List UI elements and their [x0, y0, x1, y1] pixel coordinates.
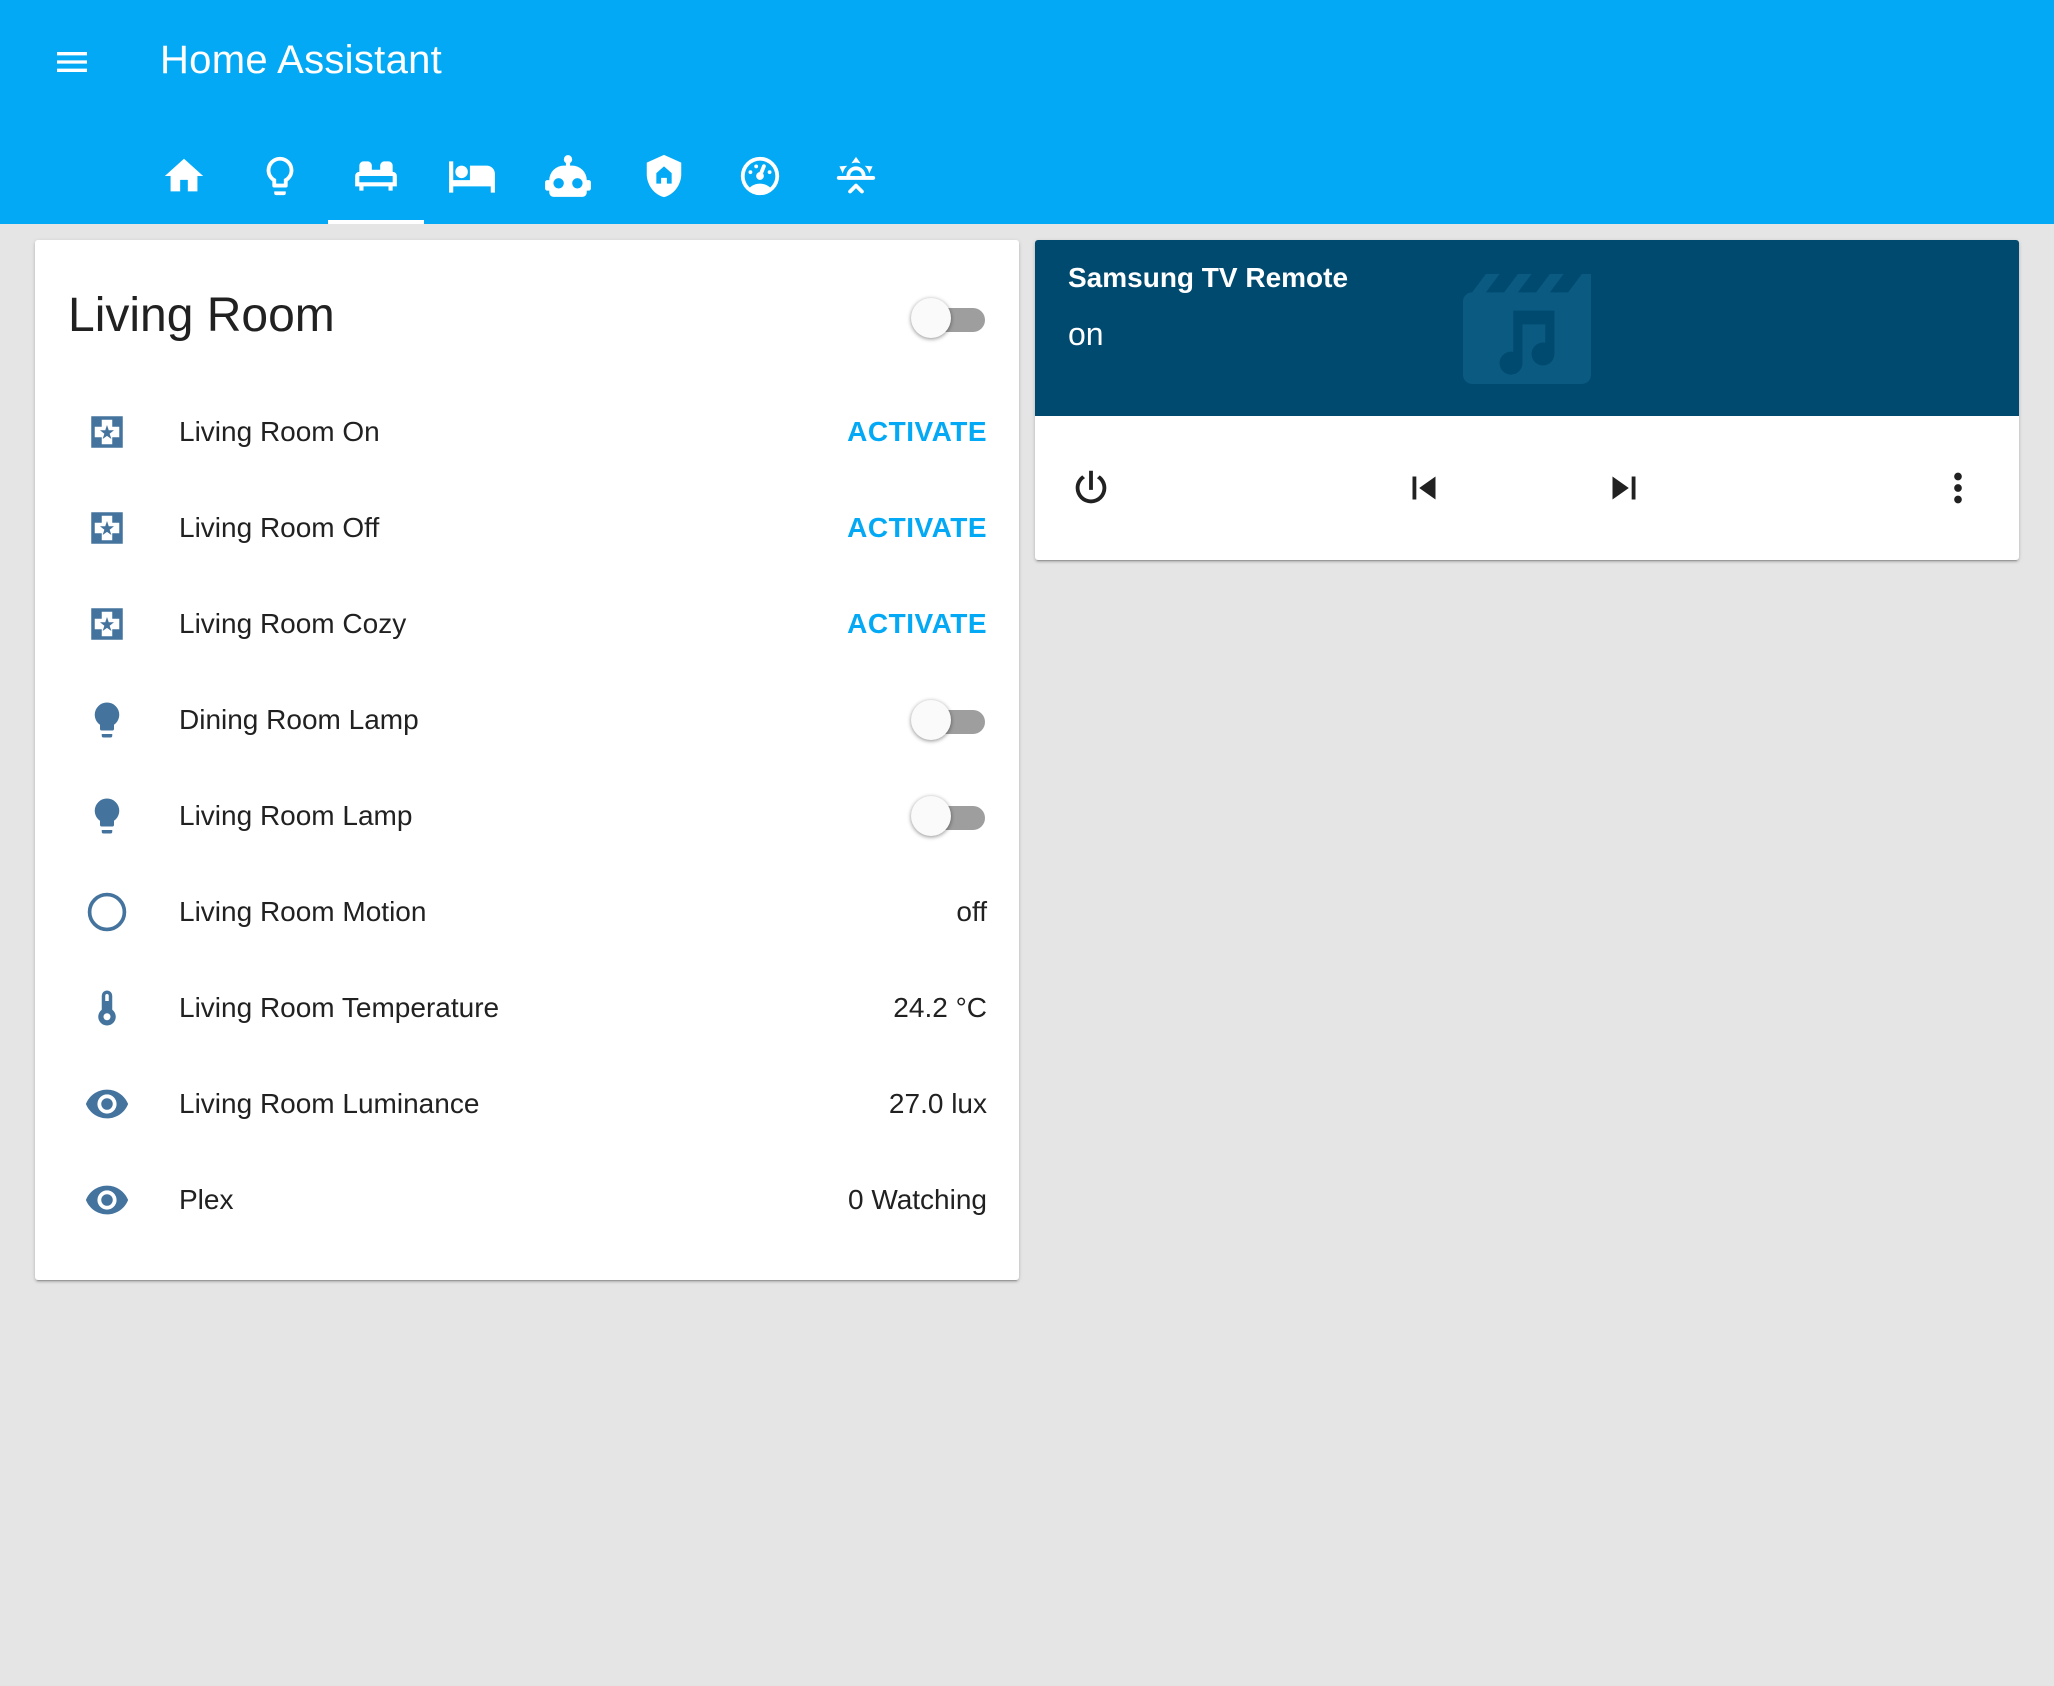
- entity-row-sensor[interactable]: Plex 0 Watching: [35, 1152, 1019, 1248]
- next-track-button[interactable]: [1592, 456, 1656, 520]
- card-title: Living Room: [68, 289, 335, 342]
- entity-toggle[interactable]: [911, 796, 987, 836]
- shield-home-icon: [646, 154, 682, 198]
- tab-sun[interactable]: [808, 128, 904, 224]
- previous-track-button[interactable]: [1392, 456, 1456, 520]
- skip-previous-icon: [1412, 476, 1436, 500]
- entity-name: Living Room Lamp: [179, 800, 413, 831]
- entity-name: Living Room Temperature: [179, 992, 500, 1023]
- entity-state: 0 Watching: [847, 1184, 987, 1215]
- entity-list: Living Room On ACTIVATE Living Room Off …: [35, 384, 1019, 1248]
- motion-off-icon: [87, 892, 127, 932]
- entity-name: Dining Room Lamp: [179, 704, 419, 735]
- menu-icon: [57, 52, 87, 72]
- entity-state: 27.0 lux: [888, 1088, 987, 1119]
- entity-state: off: [956, 896, 987, 927]
- media-header[interactable]: Samsung TV Remote on: [1035, 240, 2019, 416]
- media-player-card: Samsung TV Remote on: [1035, 240, 2019, 560]
- entity-row-light: Dining Room Lamp: [35, 672, 1019, 768]
- entity-name: Living Room Cozy: [179, 608, 407, 639]
- entity-name: Living Room Luminance: [179, 1088, 480, 1119]
- sofa-icon: [355, 161, 397, 191]
- entity-name: Plex: [179, 1184, 234, 1215]
- movie-music-icon: [1463, 274, 1591, 384]
- bed-icon: [449, 161, 495, 193]
- entity-name: Living Room Off: [179, 512, 380, 543]
- view-tabs: [136, 128, 904, 224]
- scene-icon: [91, 512, 123, 544]
- entity-name: Living Room On: [179, 416, 380, 447]
- gauge-icon: [740, 156, 780, 196]
- tab-bedroom[interactable]: [424, 128, 520, 224]
- entity-row-scene: Living Room Off ACTIVATE: [35, 480, 1019, 576]
- app-title: Home Assistant: [160, 38, 443, 82]
- eye-icon: [85, 1185, 129, 1215]
- eye-icon: [85, 1089, 129, 1119]
- more-options-button[interactable]: [1926, 456, 1990, 520]
- skip-next-icon: [1612, 476, 1636, 500]
- group-toggle[interactable]: [911, 298, 987, 338]
- entity-state: 24.2 °C: [893, 992, 987, 1023]
- media-title: Samsung TV Remote: [1068, 262, 1349, 293]
- entity-row-light: Living Room Lamp: [35, 768, 1019, 864]
- tab-security[interactable]: [616, 128, 712, 224]
- tab-gauge[interactable]: [712, 128, 808, 224]
- tab-home[interactable]: [136, 128, 232, 224]
- thermometer-icon: [98, 990, 116, 1026]
- lightbulb-icon: [94, 702, 120, 738]
- tab-living-room[interactable]: [328, 128, 424, 224]
- lightbulb-icon: [94, 798, 120, 834]
- home-icon: [164, 158, 204, 192]
- entity-row-scene: Living Room Cozy ACTIVATE: [35, 576, 1019, 672]
- power-icon: [1075, 470, 1107, 504]
- tab-automation[interactable]: [520, 128, 616, 224]
- entity-row-scene: Living Room On ACTIVATE: [35, 384, 1019, 480]
- media-state: on: [1068, 316, 1104, 352]
- entity-toggle[interactable]: [911, 700, 987, 740]
- scene-icon: [91, 416, 123, 448]
- dots-vertical-icon: [1954, 472, 1962, 504]
- menu-button[interactable]: [40, 30, 104, 94]
- app-header: Home Assistant: [0, 0, 2054, 224]
- lightbulb-icon: [266, 156, 294, 196]
- weather-sunset-icon: [836, 156, 876, 194]
- entity-row-sensor[interactable]: Living Room Luminance 27.0 lux: [35, 1056, 1019, 1152]
- entity-row-sensor[interactable]: Living Room Temperature 24.2 °C: [35, 960, 1019, 1056]
- activate-button[interactable]: ACTIVATE: [847, 608, 987, 640]
- tab-lights[interactable]: [232, 128, 328, 224]
- activate-button[interactable]: ACTIVATE: [847, 416, 987, 448]
- power-button[interactable]: [1059, 456, 1123, 520]
- robot-icon: [545, 155, 591, 197]
- scene-icon: [91, 608, 123, 640]
- entity-name: Living Room Motion: [179, 896, 427, 927]
- activate-button[interactable]: ACTIVATE: [847, 512, 987, 544]
- entity-row-sensor[interactable]: Living Room Motion off: [35, 864, 1019, 960]
- living-room-card: Living Room Living Room On ACTIVATE Livi…: [35, 240, 1019, 1280]
- media-controls: [1035, 416, 2019, 560]
